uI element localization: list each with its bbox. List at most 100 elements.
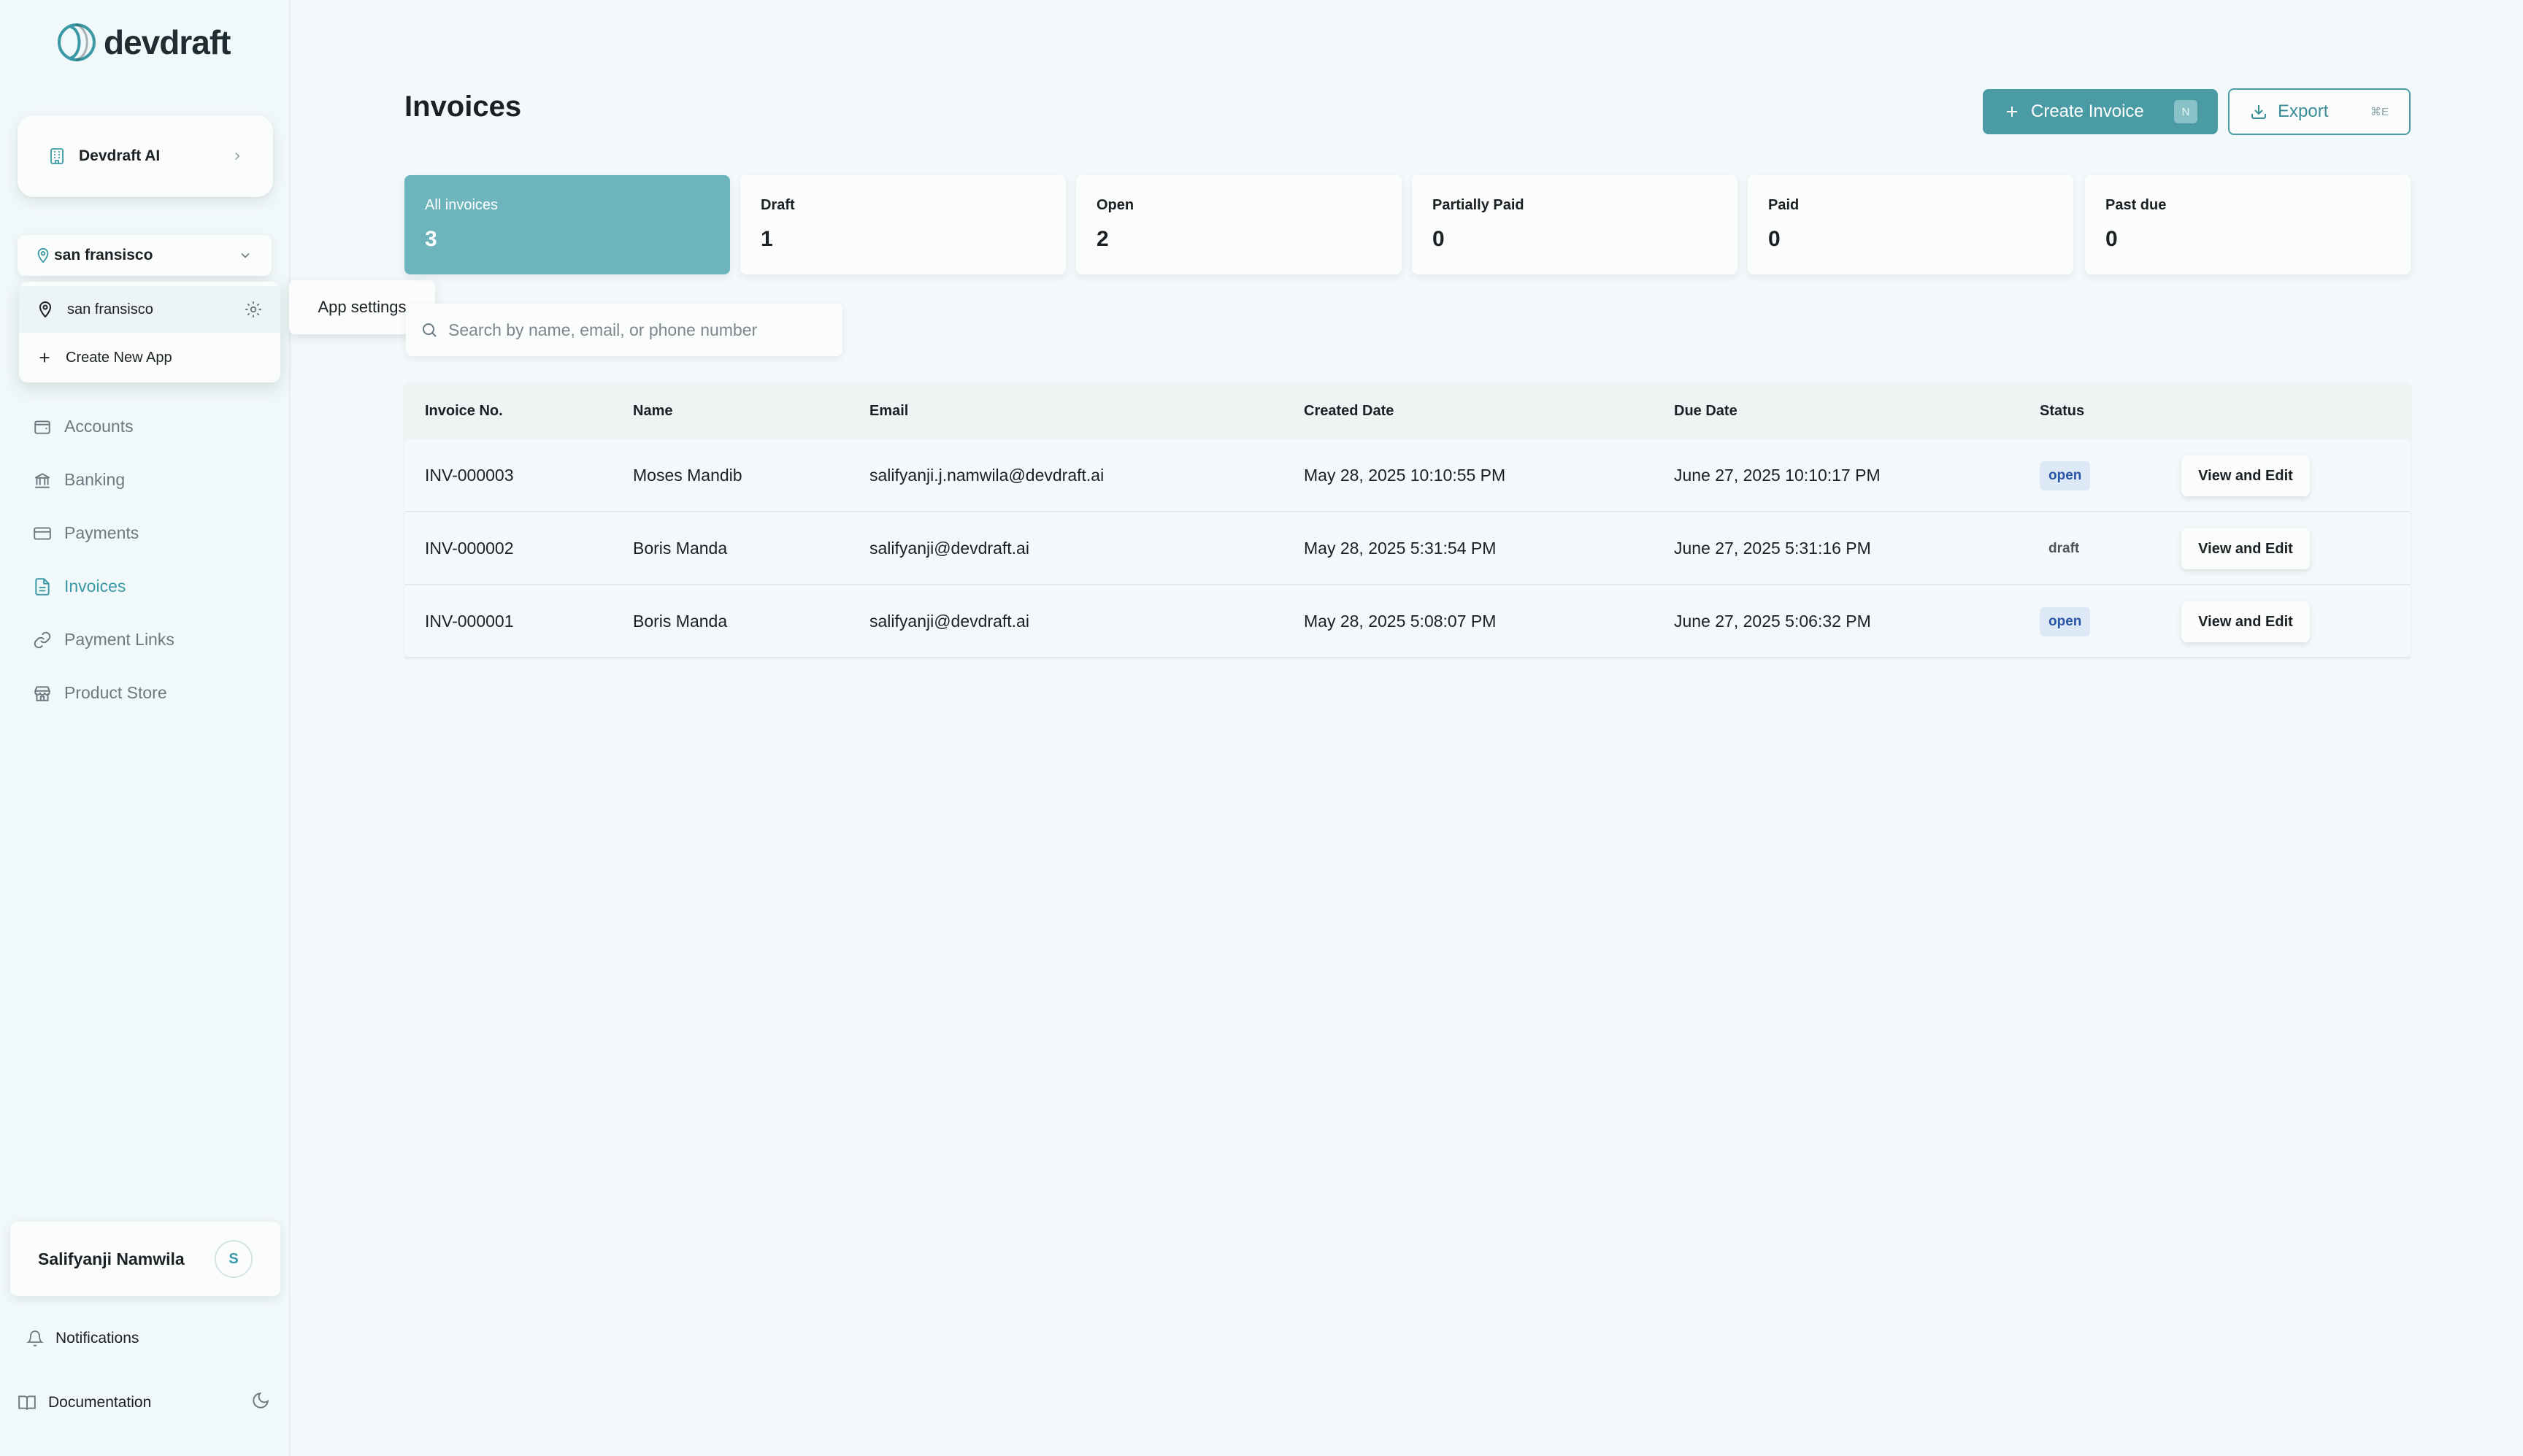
customer-email: salifyanji.j.namwila@devdraft.ai [869, 466, 1105, 485]
avatar[interactable]: S [215, 1240, 253, 1278]
created-date: May 28, 2025 10:10:55 PM [1304, 466, 1506, 485]
column-header-email[interactable]: Email [869, 403, 908, 420]
view-and-edit-button[interactable]: View and Edit [2181, 601, 2310, 642]
invoices-table: Invoice No. Name Email Created Date Due … [404, 382, 2411, 658]
moon-icon[interactable] [250, 1390, 272, 1411]
customer-name: Moses Mandib [633, 466, 742, 485]
stat-label: Open [1097, 197, 1134, 213]
table-row[interactable]: INV-000003 Moses Mandib salifyanji.j.nam… [404, 439, 2411, 512]
search-icon [423, 323, 437, 337]
documentation-label: Documentation [48, 1394, 152, 1411]
tab-past-due[interactable]: Past due 0 [2085, 175, 2411, 274]
search-box [406, 304, 842, 356]
stat-label: All invoices [425, 197, 499, 213]
export-label: Export [2278, 101, 2329, 121]
org-switcher[interactable]: Devdraft AI [18, 115, 273, 197]
stat-value: 3 [425, 227, 437, 251]
sidebar-item-banking[interactable]: Banking [32, 453, 266, 506]
stat-label: Partially Paid [1432, 197, 1524, 213]
chevron-right-icon [235, 152, 240, 161]
tab-open[interactable]: Open 2 [1076, 175, 1402, 274]
sidebar-item-payments[interactable]: Payments [32, 506, 266, 560]
sidebar-item-label: Payments [64, 523, 139, 542]
sidebar-item-label: Product Store [64, 683, 167, 702]
stat-value: 0 [1768, 227, 1781, 251]
sidebar-item-label: Payment Links [64, 630, 174, 649]
table-row[interactable]: INV-000001 Boris Manda salifyanji@devdra… [404, 585, 2411, 658]
sidebar-item-payment-links[interactable]: Payment Links [32, 613, 266, 666]
tab-draft[interactable]: Draft 1 [740, 175, 1066, 274]
brand-name: devdraft [104, 23, 231, 61]
devdraft-logo-icon [58, 23, 96, 61]
status-badge: draft [2048, 541, 2080, 556]
table-row[interactable]: INV-000002 Boris Manda salifyanji@devdra… [404, 512, 2411, 585]
view-and-edit-button[interactable]: View and Edit [2181, 455, 2310, 496]
sidebar-nav: Accounts Banking Payments Invoices Payme… [32, 400, 266, 720]
download-icon [2251, 105, 2266, 119]
customer-email: salifyanji@devdraft.ai [869, 612, 1029, 631]
sidebar: devdraft Devdraft AI san fransisco san f… [0, 0, 291, 1456]
customer-email: salifyanji@devdraft.ai [869, 539, 1029, 558]
plus-icon [39, 353, 50, 363]
tab-partially-paid[interactable]: Partially Paid 0 [1412, 175, 1737, 274]
bank-icon [32, 470, 53, 490]
app-menu-item-san-fransisco[interactable]: san fransisco [19, 286, 280, 333]
stat-value: 0 [2105, 227, 2118, 251]
sidebar-item-product-store[interactable]: Product Store [32, 666, 266, 720]
app-select[interactable]: san fransisco [18, 235, 272, 276]
invoice-number: INV-000001 [425, 612, 514, 631]
plus-icon [2007, 107, 2017, 117]
sidebar-item-label: Accounts [64, 417, 134, 436]
sidebar-item-accounts[interactable]: Accounts [32, 400, 266, 453]
create-invoice-button[interactable]: Create Invoice N [1983, 89, 2218, 134]
user-name: Salifyanji Namwila [38, 1249, 185, 1268]
table-header: Invoice No. Name Email Created Date Due … [404, 382, 2411, 439]
export-button[interactable]: Export ⌘E [2228, 88, 2411, 135]
create-new-app-label: Create New App [66, 349, 172, 366]
notifications-link[interactable]: Notifications [26, 1324, 139, 1353]
stat-label: Paid [1768, 197, 1800, 213]
notifications-label: Notifications [55, 1330, 139, 1347]
page-title: Invoices [404, 90, 522, 123]
tab-all-invoices[interactable]: All invoices 3 [404, 175, 730, 274]
create-new-app-item[interactable]: Create New App [19, 334, 280, 381]
column-header-name[interactable]: Name [633, 403, 672, 420]
due-date: June 27, 2025 5:06:32 PM [1674, 612, 1871, 631]
column-header-due-date[interactable]: Due Date [1674, 403, 1737, 420]
status-badge: open [2040, 461, 2091, 490]
building-icon [50, 148, 64, 164]
column-header-status[interactable]: Status [2040, 403, 2084, 420]
documentation-link[interactable]: Documentation [18, 1388, 151, 1417]
sidebar-item-label: Invoices [64, 577, 126, 596]
invoice-number: INV-000002 [425, 539, 514, 558]
created-date: May 28, 2025 5:08:07 PM [1304, 612, 1497, 631]
create-invoice-label: Create Invoice [2031, 101, 2144, 121]
search-input[interactable] [448, 320, 828, 340]
customer-name: Boris Manda [633, 539, 728, 558]
sidebar-item-invoices[interactable]: Invoices [32, 560, 266, 613]
due-date: June 27, 2025 10:10:17 PM [1674, 466, 1881, 485]
stat-value: 2 [1097, 227, 1109, 251]
view-and-edit-button[interactable]: View and Edit [2181, 528, 2310, 569]
brand-logo[interactable]: devdraft [55, 20, 231, 64]
shortcut-hint: ⌘E [2370, 106, 2389, 118]
file-text-icon [32, 577, 53, 597]
map-pin-icon [39, 301, 52, 318]
invoice-status-tabs: All invoices 3 Draft 1 Open 2 Partially … [404, 175, 2411, 274]
column-header-created-date[interactable]: Created Date [1304, 403, 1394, 420]
app-menu-item-label: san fransisco [67, 301, 153, 317]
invoice-number: INV-000003 [425, 466, 514, 485]
tab-paid[interactable]: Paid 0 [1748, 175, 2073, 274]
app-dropdown-menu: san fransisco Create New App [19, 282, 280, 382]
due-date: June 27, 2025 5:31:16 PM [1674, 539, 1871, 558]
chevron-down-icon [241, 253, 250, 258]
status-badge: open [2040, 607, 2091, 636]
app-select-value: san fransisco [54, 247, 153, 263]
stat-value: 1 [761, 227, 773, 251]
column-header-invoice-no[interactable]: Invoice No. [425, 403, 503, 420]
gear-icon[interactable] [244, 300, 263, 319]
user-profile-card[interactable]: Salifyanji Namwila S [10, 1222, 280, 1296]
customer-name: Boris Manda [633, 612, 728, 631]
sidebar-item-label: Banking [64, 470, 126, 489]
link-icon [32, 630, 53, 650]
